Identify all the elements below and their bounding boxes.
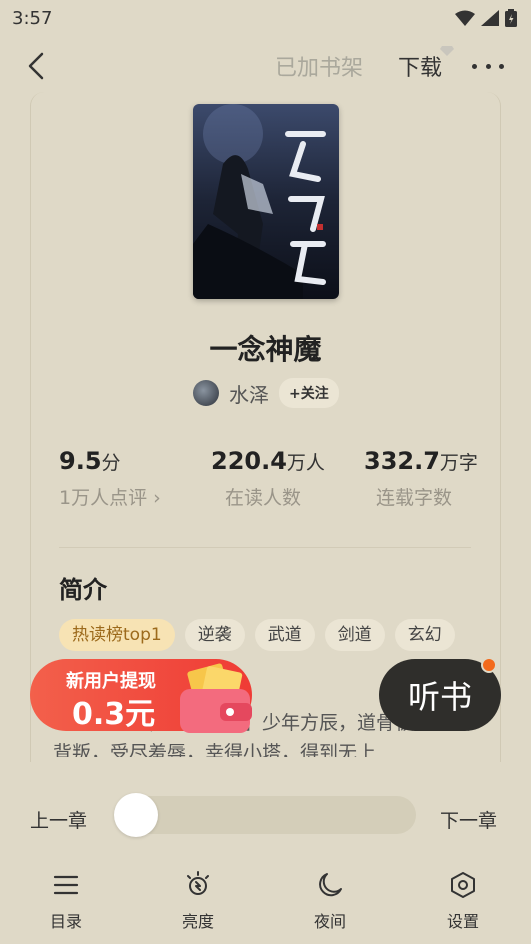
stat-value: 332.7 bbox=[364, 447, 440, 475]
wifi-icon bbox=[455, 10, 475, 26]
nav-label: 设置 bbox=[446, 912, 479, 931]
chevron-left-icon bbox=[28, 52, 44, 80]
intro-heading: 简介 bbox=[59, 576, 107, 604]
nav-table-of-contents[interactable]: 目录 bbox=[26, 870, 106, 932]
rating-stat[interactable]: 9.5分 1万人点评 › bbox=[59, 447, 161, 510]
book-cover-image[interactable] bbox=[193, 104, 339, 299]
brightness-bulb-icon bbox=[187, 871, 209, 895]
author-row: 水泽 +关注 bbox=[193, 377, 339, 409]
cover-art bbox=[193, 104, 339, 299]
vip-diamond-icon bbox=[440, 46, 455, 56]
tag-list: 热读榜top1 逆袭 武道 剑道 玄幻 bbox=[59, 619, 455, 651]
nav-night-mode[interactable]: 夜间 bbox=[290, 870, 370, 932]
listen-label: 听书 bbox=[407, 678, 472, 716]
book-detail-content: 一念神魔 水泽 +关注 9.5分 1万人点评 › 220.4万人 在读人数 33… bbox=[31, 92, 500, 757]
stat-unit: 分 bbox=[101, 452, 121, 474]
chapter-progress-slider[interactable] bbox=[114, 793, 416, 837]
nav-label: 目录 bbox=[49, 912, 82, 931]
list-icon bbox=[53, 875, 79, 895]
moon-icon bbox=[319, 873, 342, 897]
tag-item[interactable]: 玄幻 bbox=[394, 619, 455, 651]
tag-hot-rank[interactable]: 热读榜top1 bbox=[59, 619, 175, 651]
dot bbox=[499, 63, 504, 69]
readers-stat: 220.4万人 在读人数 bbox=[211, 447, 325, 510]
tag-item[interactable]: 剑道 bbox=[324, 619, 385, 651]
settings-hexagon-icon bbox=[451, 872, 475, 898]
dot bbox=[472, 63, 477, 69]
back-button[interactable] bbox=[22, 50, 52, 82]
stat-unit: 万字 bbox=[439, 452, 478, 474]
top-bar: 已加书架 下载 bbox=[0, 36, 531, 96]
tag-item[interactable]: 武道 bbox=[254, 619, 315, 651]
promo-amount: 0.3元 bbox=[72, 697, 156, 732]
stat-value: 220.4 bbox=[211, 447, 287, 475]
status-icons bbox=[455, 9, 517, 27]
next-chapter-button[interactable]: 下一章 bbox=[440, 806, 497, 833]
reader-control-panel: 上一章 下一章 目录 亮度 夜间 设置 bbox=[0, 762, 531, 944]
notification-dot bbox=[481, 657, 497, 673]
status-bar: 3:57 bbox=[0, 0, 531, 36]
previous-chapter-button[interactable]: 上一章 bbox=[30, 806, 87, 833]
stat-value: 9.5 bbox=[59, 447, 102, 475]
nav-label: 亮度 bbox=[181, 912, 214, 931]
stat-label: 连载字数 bbox=[376, 487, 453, 509]
stat-label: 1万人点评 › bbox=[59, 487, 161, 509]
divider bbox=[59, 547, 471, 548]
listen-audiobook-button[interactable]: 听书 bbox=[379, 657, 501, 731]
nav-label: 夜间 bbox=[313, 912, 346, 931]
download-button[interactable]: 下载 bbox=[398, 46, 455, 82]
new-user-cash-promo-button[interactable]: 新用户提现 0.3元 bbox=[30, 659, 252, 733]
dot bbox=[485, 63, 491, 69]
download-label: 下载 bbox=[398, 56, 443, 81]
battery-icon bbox=[505, 9, 517, 27]
word-count-stat: 332.7万字 连载字数 bbox=[364, 447, 478, 510]
follow-button[interactable]: +关注 bbox=[279, 378, 339, 408]
book-title: 一念神魔 bbox=[209, 333, 322, 366]
more-options-button[interactable] bbox=[472, 50, 504, 82]
stat-label: 在读人数 bbox=[225, 487, 302, 509]
wallet-icon bbox=[180, 663, 252, 733]
nav-settings[interactable]: 设置 bbox=[423, 870, 503, 932]
status-time: 3:57 bbox=[12, 7, 53, 29]
signal-icon bbox=[481, 10, 499, 26]
author-name[interactable]: 水泽 bbox=[229, 379, 269, 408]
nav-brightness[interactable]: 亮度 bbox=[158, 870, 238, 932]
added-to-shelf-button[interactable]: 已加书架 bbox=[275, 50, 363, 82]
slider-thumb[interactable] bbox=[114, 793, 158, 837]
author-avatar[interactable] bbox=[193, 380, 219, 406]
tag-item[interactable]: 逆袭 bbox=[184, 619, 245, 651]
stat-unit: 万人 bbox=[286, 452, 325, 474]
